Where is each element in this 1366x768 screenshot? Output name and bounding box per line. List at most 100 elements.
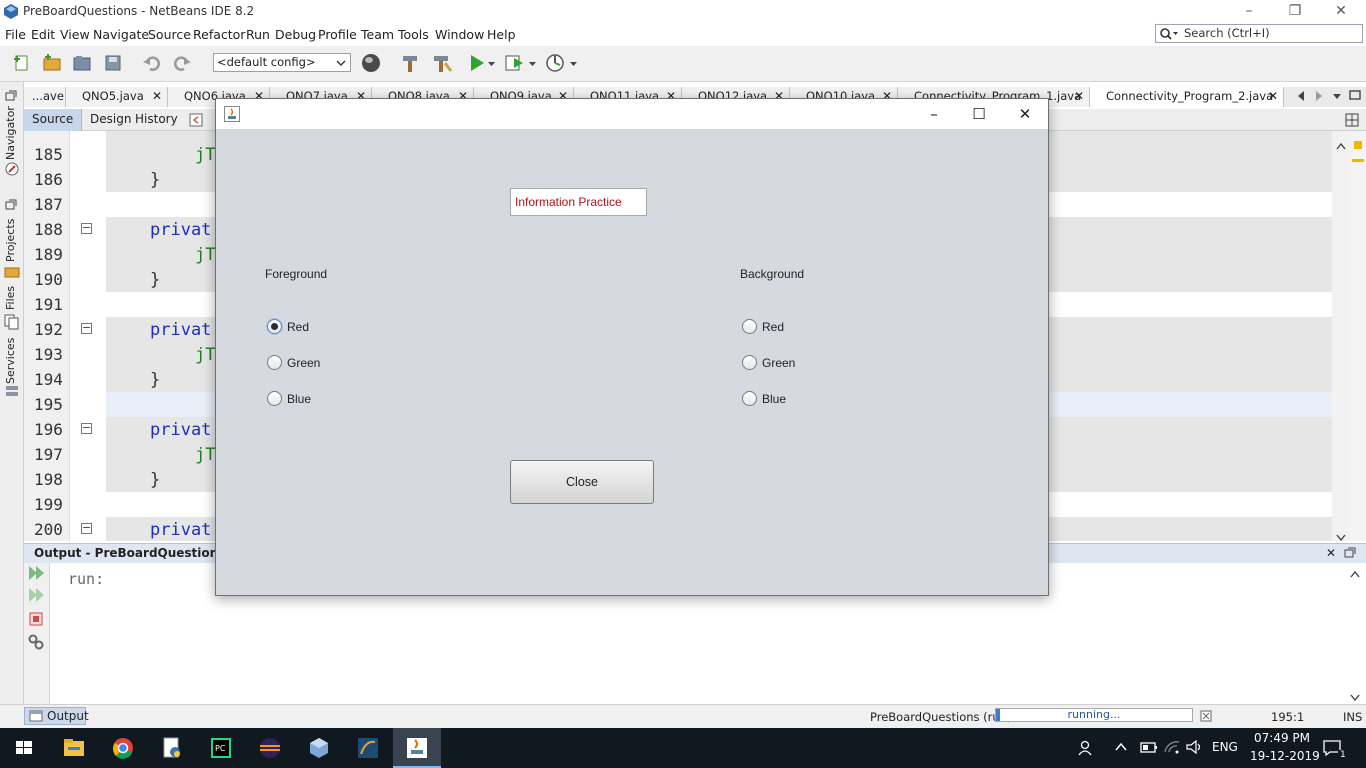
editor-scrollbar[interactable] bbox=[1332, 131, 1350, 542]
side-tab-files[interactable]: Files bbox=[4, 286, 17, 310]
menu-team[interactable]: Team bbox=[361, 27, 394, 42]
pycharm-icon[interactable]: PC bbox=[197, 728, 245, 768]
minimize-output-icon[interactable] bbox=[1344, 547, 1356, 559]
profile-icon[interactable] bbox=[545, 53, 565, 73]
wifi-icon[interactable] bbox=[1163, 740, 1181, 754]
bg-green-label[interactable]: Green bbox=[762, 356, 795, 370]
restore-window-icon[interactable] bbox=[5, 90, 17, 102]
fg-blue-radio[interactable] bbox=[267, 391, 282, 406]
information-textfield[interactable]: Information Practice bbox=[510, 188, 647, 216]
menu-navigate[interactable]: Navigate bbox=[93, 27, 149, 42]
fg-green-radio[interactable] bbox=[267, 355, 282, 370]
close-output-icon[interactable]: ✕ bbox=[1326, 546, 1336, 560]
python-file-icon[interactable] bbox=[148, 728, 196, 768]
scroll-tabs-right-icon[interactable] bbox=[1314, 90, 1324, 102]
fg-red-radio[interactable] bbox=[267, 319, 282, 334]
fg-red-label[interactable]: Red bbox=[287, 320, 309, 334]
close-tab-icon[interactable]: ✕ bbox=[1268, 87, 1278, 106]
menu-file[interactable]: File bbox=[5, 27, 26, 42]
menu-tools[interactable]: Tools bbox=[398, 27, 429, 42]
tab-source[interactable]: Source bbox=[24, 109, 83, 131]
output-status-tab[interactable]: Output bbox=[24, 707, 89, 725]
scroll-up-icon[interactable] bbox=[1336, 139, 1346, 150]
tab-list-dropdown-icon[interactable] bbox=[1332, 90, 1342, 102]
split-editor-icon[interactable] bbox=[1345, 113, 1359, 127]
rerun-options-icon[interactable] bbox=[28, 587, 46, 603]
fold-toggle[interactable]: − bbox=[81, 322, 92, 334]
close-window-button[interactable]: ✕ bbox=[1318, 0, 1364, 24]
close-tab-icon[interactable]: ✕ bbox=[152, 87, 162, 106]
file-tab-connectivity-2[interactable]: Connectivity_Program_2.java ✕ bbox=[1090, 87, 1284, 107]
menu-view[interactable]: View bbox=[60, 27, 90, 42]
java-app-icon[interactable] bbox=[393, 728, 441, 768]
occurrence-marker-icon[interactable] bbox=[1352, 159, 1364, 162]
fold-toggle[interactable]: − bbox=[81, 422, 92, 434]
menu-edit[interactable]: Edit bbox=[31, 27, 55, 42]
cancel-task-icon[interactable] bbox=[1200, 710, 1212, 722]
globe-icon[interactable] bbox=[361, 53, 381, 73]
minimize-button[interactable]: – bbox=[1226, 0, 1272, 24]
settings-icon[interactable] bbox=[27, 633, 45, 651]
undo-icon[interactable] bbox=[142, 53, 162, 73]
fg-green-label[interactable]: Green bbox=[287, 356, 320, 370]
fold-toggle[interactable]: − bbox=[81, 522, 92, 534]
menu-window[interactable]: Window bbox=[435, 27, 484, 42]
people-icon[interactable] bbox=[1078, 739, 1096, 757]
build-hammer-icon[interactable] bbox=[400, 53, 420, 73]
config-select[interactable]: <default config> bbox=[213, 53, 351, 72]
tab-history[interactable]: History bbox=[127, 109, 186, 131]
save-all-icon[interactable] bbox=[103, 53, 123, 73]
progress-bar[interactable]: running... bbox=[995, 708, 1193, 722]
dialog-close-button[interactable]: ✕ bbox=[1002, 102, 1048, 126]
eclipse-icon[interactable] bbox=[246, 728, 294, 768]
fg-blue-label[interactable]: Blue bbox=[287, 392, 311, 406]
dialog-maximize-button[interactable]: ☐ bbox=[956, 102, 1002, 126]
run-dropdown-icon[interactable] bbox=[487, 53, 497, 73]
file-tab-overflow[interactable]: ...ave bbox=[24, 87, 66, 107]
file-explorer-icon[interactable] bbox=[50, 728, 98, 768]
bg-green-radio[interactable] bbox=[742, 355, 757, 370]
menu-refactor[interactable]: Refactor bbox=[193, 27, 245, 42]
open-project-icon[interactable] bbox=[72, 53, 92, 73]
scroll-tabs-left-icon[interactable] bbox=[1296, 90, 1306, 102]
output-scroll-up-icon[interactable] bbox=[1350, 567, 1360, 578]
back-history-icon[interactable] bbox=[189, 113, 203, 127]
redo-icon[interactable] bbox=[172, 53, 192, 73]
menu-debug[interactable]: Debug bbox=[275, 27, 316, 42]
bg-blue-label[interactable]: Blue bbox=[762, 392, 786, 406]
volume-icon[interactable] bbox=[1186, 739, 1204, 755]
clock-date[interactable]: 19-12-2019 bbox=[1250, 749, 1320, 763]
new-file-icon[interactable] bbox=[12, 53, 32, 73]
menu-source[interactable]: Source bbox=[148, 27, 191, 42]
fold-toggle[interactable]: − bbox=[81, 222, 92, 234]
bg-blue-radio[interactable] bbox=[742, 391, 757, 406]
battery-icon[interactable] bbox=[1140, 740, 1158, 754]
tray-chevron-icon[interactable] bbox=[1114, 741, 1128, 753]
search-box[interactable]: Search (Ctrl+I) bbox=[1155, 24, 1363, 43]
debug-dropdown-icon[interactable] bbox=[528, 53, 538, 73]
file-tab-qno5[interactable]: QNO5.java ✕ bbox=[66, 87, 168, 107]
clean-build-icon[interactable] bbox=[431, 53, 453, 73]
mysql-workbench-icon[interactable] bbox=[344, 728, 392, 768]
new-project-icon[interactable] bbox=[42, 53, 62, 73]
scroll-down-icon[interactable] bbox=[1336, 531, 1346, 542]
restore-button[interactable]: ❐ bbox=[1272, 0, 1318, 24]
virtualbox-icon[interactable] bbox=[295, 728, 343, 768]
menu-profile[interactable]: Profile bbox=[318, 27, 357, 42]
language-indicator[interactable]: ENG bbox=[1212, 740, 1238, 754]
dialog-minimize-button[interactable]: – bbox=[911, 102, 957, 126]
bg-red-radio[interactable] bbox=[742, 319, 757, 334]
start-button[interactable] bbox=[0, 728, 48, 768]
maximize-editor-icon[interactable] bbox=[1349, 89, 1361, 101]
chrome-icon[interactable] bbox=[99, 728, 147, 768]
stop-icon[interactable] bbox=[29, 612, 43, 626]
run-icon[interactable] bbox=[467, 53, 487, 73]
menu-run[interactable]: Run bbox=[246, 27, 270, 42]
close-tab-icon[interactable]: ✕ bbox=[1074, 87, 1084, 106]
bg-red-label[interactable]: Red bbox=[762, 320, 784, 334]
side-tab-navigator[interactable]: Navigator bbox=[4, 106, 17, 160]
clock-time[interactable]: 07:49 PM bbox=[1254, 731, 1310, 745]
output-scroll-down-icon[interactable] bbox=[1350, 691, 1360, 702]
side-tab-projects[interactable]: Projects bbox=[4, 219, 17, 262]
side-tab-services[interactable]: Services bbox=[4, 338, 17, 384]
